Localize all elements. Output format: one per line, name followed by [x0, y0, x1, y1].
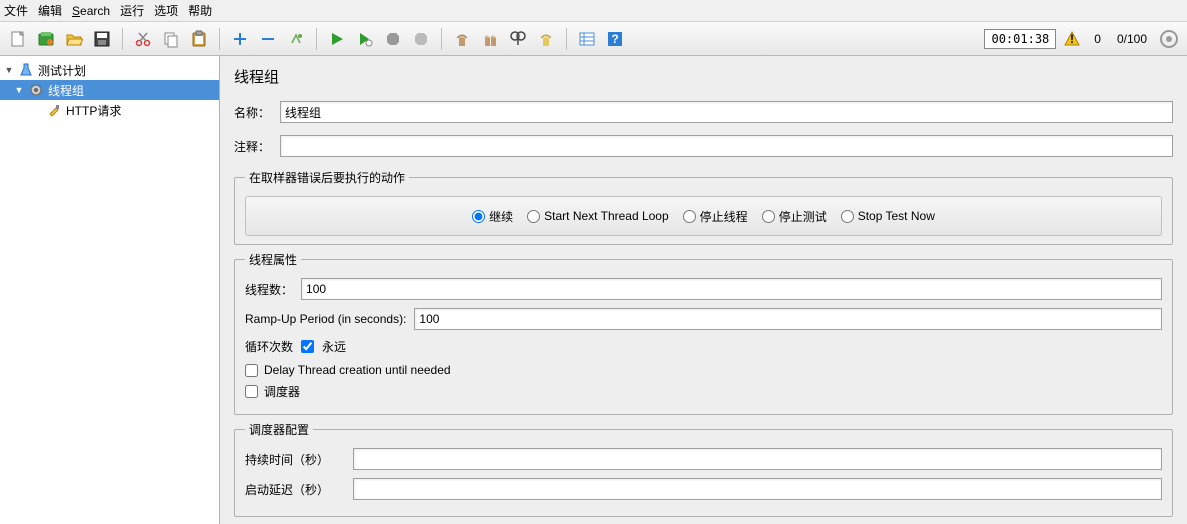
on-error-radio-group: 继续 Start Next Thread Loop 停止线程 停止测试 Stop…	[245, 196, 1162, 236]
pipette-icon	[46, 102, 62, 118]
startup-delay-input[interactable]	[353, 478, 1162, 500]
collapse-icon[interactable]: ▼	[4, 65, 14, 75]
clear-icon[interactable]	[450, 27, 474, 51]
tree-label: 线程组	[48, 82, 84, 99]
toolbar: ? 00:01:38 ! 0 0/100	[0, 22, 1187, 56]
forever-label: 永远	[322, 338, 346, 355]
thread-group-panel: 线程组 名称： 注释： 在取样器错误后要执行的动作 继续 Start Next …	[220, 56, 1187, 524]
on-error-fieldset: 在取样器错误后要执行的动作 继续 Start Next Thread Loop …	[234, 169, 1173, 245]
loop-count-label: 循环次数	[245, 338, 293, 355]
activity-indicator-icon	[1157, 27, 1181, 51]
start-icon[interactable]	[325, 27, 349, 51]
menu-bar: 文件 编辑 Search 运行 选项 帮助	[0, 0, 1187, 22]
function-helper-icon[interactable]	[575, 27, 599, 51]
flask-icon	[18, 62, 34, 78]
radio-stop-test[interactable]: 停止测试	[762, 208, 827, 225]
error-count: 0	[1088, 32, 1107, 46]
cut-icon[interactable]	[131, 27, 155, 51]
scheduler-config-legend: 调度器配置	[245, 421, 313, 438]
comment-input[interactable]	[280, 135, 1173, 157]
clear-all-icon[interactable]	[478, 27, 502, 51]
threads-input[interactable]	[301, 278, 1162, 300]
on-error-legend: 在取样器错误后要执行的动作	[245, 169, 409, 186]
new-icon[interactable]	[6, 27, 30, 51]
main-area: ▼ 测试计划 ▼ 线程组 HTTP请求 线程组 名称： 注释： 在取样器错误后要…	[0, 56, 1187, 524]
menu-help[interactable]: 帮助	[188, 2, 212, 19]
name-label: 名称：	[234, 104, 274, 121]
scheduler-config-fieldset: 调度器配置 持续时间（秒） 启动延迟（秒）	[234, 421, 1173, 517]
name-input[interactable]	[280, 101, 1173, 123]
duration-input[interactable]	[353, 448, 1162, 470]
radio-stop-thread[interactable]: 停止线程	[683, 208, 748, 225]
tree-node-http-request[interactable]: HTTP请求	[0, 100, 219, 120]
menu-file[interactable]: 文件	[4, 2, 28, 19]
help-icon[interactable]: ?	[603, 27, 627, 51]
delay-thread-checkbox[interactable]	[245, 364, 258, 377]
search-icon[interactable]	[506, 27, 530, 51]
reset-search-icon[interactable]	[534, 27, 558, 51]
radio-continue[interactable]: 继续	[472, 208, 513, 225]
remove-icon[interactable]	[256, 27, 280, 51]
warning-icon[interactable]: !	[1060, 27, 1084, 51]
copy-icon[interactable]	[159, 27, 183, 51]
radio-next-loop[interactable]: Start Next Thread Loop	[527, 209, 669, 223]
scheduler-checkbox[interactable]	[245, 385, 258, 398]
menu-search[interactable]: Search	[72, 4, 110, 18]
test-plan-tree[interactable]: ▼ 测试计划 ▼ 线程组 HTTP请求	[0, 56, 220, 524]
thread-props-fieldset: 线程属性 线程数： Ramp-Up Period (in seconds): 循…	[234, 251, 1173, 415]
panel-title: 线程组	[234, 66, 1173, 87]
startup-delay-label: 启动延迟（秒）	[245, 481, 345, 498]
stop-icon[interactable]	[381, 27, 405, 51]
thread-progress: 0/100	[1111, 32, 1153, 46]
menu-edit[interactable]: 编辑	[38, 2, 62, 19]
forever-checkbox[interactable]	[301, 340, 314, 353]
threads-label: 线程数：	[245, 281, 293, 298]
thread-props-legend: 线程属性	[245, 251, 301, 268]
delay-thread-label: Delay Thread creation until needed	[264, 363, 451, 377]
menu-run[interactable]: 运行	[120, 2, 144, 19]
start-no-timers-icon[interactable]	[353, 27, 377, 51]
radio-stop-now[interactable]: Stop Test Now	[841, 209, 935, 223]
tree-label: 测试计划	[38, 62, 86, 79]
templates-icon[interactable]	[34, 27, 58, 51]
tree-label: HTTP请求	[66, 102, 121, 119]
toggle-icon[interactable]	[284, 27, 308, 51]
add-icon[interactable]	[228, 27, 252, 51]
shutdown-icon[interactable]	[409, 27, 433, 51]
paste-icon[interactable]	[187, 27, 211, 51]
tree-node-test-plan[interactable]: ▼ 测试计划	[0, 60, 219, 80]
gear-icon	[28, 82, 44, 98]
comment-label: 注释：	[234, 138, 274, 155]
collapse-icon[interactable]: ▼	[14, 85, 24, 95]
tree-node-thread-group[interactable]: ▼ 线程组	[0, 80, 219, 100]
ramp-up-input[interactable]	[414, 308, 1162, 330]
svg-text:?: ?	[611, 32, 618, 46]
svg-text:!: !	[1070, 32, 1074, 46]
ramp-up-label: Ramp-Up Period (in seconds):	[245, 312, 406, 326]
menu-options[interactable]: 选项	[154, 2, 178, 19]
open-icon[interactable]	[62, 27, 86, 51]
scheduler-label: 调度器	[264, 383, 300, 400]
duration-label: 持续时间（秒）	[245, 451, 345, 468]
save-icon[interactable]	[90, 27, 114, 51]
elapsed-timer: 00:01:38	[984, 29, 1056, 49]
